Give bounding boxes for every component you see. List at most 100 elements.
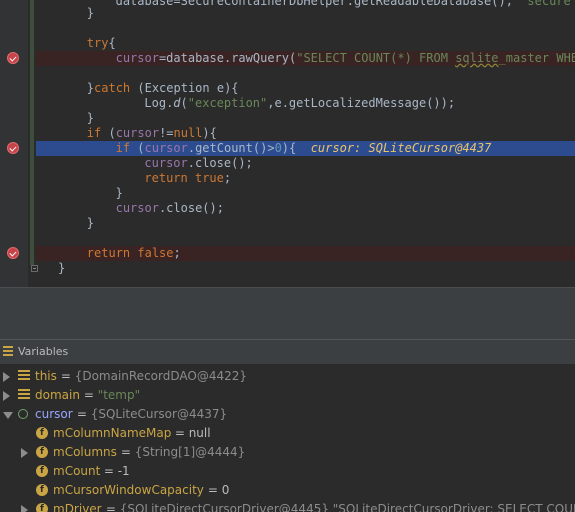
code-token: }	[86, 216, 95, 230]
variable-row[interactable]: cursor = {SQLiteCursor@4437}	[0, 405, 575, 424]
variables-panel-header: Variables	[0, 339, 575, 365]
line-highlight-edge	[36, 141, 40, 156]
variable-name: mColumns	[53, 445, 117, 459]
line-highlight-edge	[36, 51, 40, 66]
code-area[interactable]: database=SecureContainerDbHelper.getRead…	[40, 0, 575, 287]
expand-arrow-icon[interactable]	[21, 505, 28, 512]
expand-arrow-icon[interactable]	[3, 391, 10, 401]
code-token: .close();	[158, 201, 224, 215]
variable-row[interactable]: domain = "temp"	[0, 386, 575, 405]
breakpoint-line[interactable]: cursor=database.rawQuery("SELECT COUNT(*…	[40, 51, 575, 66]
variable-row[interactable]: f mColumns = {String[1]@4444}	[0, 443, 575, 462]
variables-icon	[3, 346, 13, 357]
breakpoint-icon[interactable]	[7, 142, 19, 154]
code-token: .close();	[187, 156, 253, 170]
code-line[interactable]: cursor.close();	[40, 156, 575, 171]
code-token: =database.rawQuery(	[158, 51, 297, 65]
code-line[interactable]: Log.d("exception",e.getLocalizedMessage(…	[40, 96, 575, 111]
code-line[interactable]: }	[40, 6, 575, 21]
code-token: }	[86, 81, 95, 95]
variable-name: mCursorWindowCapacity	[53, 483, 204, 497]
code-token: sqlite	[455, 51, 499, 65]
variable-name: mDriver	[53, 502, 102, 512]
breakpoint-icon[interactable]	[7, 52, 19, 64]
breakpoint-gutter[interactable]	[0, 0, 28, 287]
field-icon: f	[36, 484, 48, 496]
expand-arrow-icon[interactable]	[21, 448, 28, 458]
variable-equals: =	[57, 369, 75, 383]
code-token: (	[101, 126, 116, 140]
code-token: cursor	[144, 141, 188, 155]
code-token: }	[86, 6, 95, 20]
variable-row[interactable]: this = {DomainRecordDAO@4422}	[0, 367, 575, 386]
line-highlight-edge	[36, 246, 40, 261]
code-token: cursor	[115, 201, 159, 215]
code-line[interactable]: }catch (Exception e){	[40, 81, 575, 96]
variable-value: {SQLiteCursor@4437}	[90, 407, 228, 421]
object-icon	[18, 389, 30, 401]
variable-value: {DomainRecordDAO@4422}	[74, 369, 247, 383]
code-token: ,e.getLocalizedMessage());	[267, 96, 456, 110]
code-token: 0	[274, 141, 282, 155]
code-token: .getCount()>	[187, 141, 275, 155]
object-icon	[18, 370, 30, 382]
code-token: try	[86, 36, 109, 50]
code-line[interactable]: try{	[40, 36, 575, 51]
breakpoint-icon[interactable]	[7, 247, 19, 259]
code-line[interactable]: }	[40, 261, 575, 276]
fold-collapse-icon[interactable]	[31, 265, 38, 272]
code-token: (	[130, 141, 145, 155]
variable-value: {String[1]@4444}	[134, 445, 246, 459]
code-token: Log.	[144, 96, 174, 110]
expand-arrow-icon[interactable]	[3, 372, 10, 382]
code-line[interactable]: if (cursor!=null){	[40, 126, 575, 141]
code-line[interactable]: }	[40, 111, 575, 126]
variable-equals: =	[117, 445, 135, 459]
panel-splitter[interactable]	[0, 287, 575, 314]
code-token: null	[173, 126, 203, 140]
breakpoint-line[interactable]: return false;	[40, 246, 575, 261]
code-token: ;	[173, 246, 181, 260]
variable-value: null	[188, 426, 211, 440]
variables-tree[interactable]: this = {DomainRecordDAO@4422} domain = "t…	[0, 364, 575, 512]
code-token: (	[180, 96, 188, 110]
code-token: (Exception e){	[130, 81, 239, 95]
code-token: catch	[94, 81, 131, 95]
code-token: ){	[281, 141, 311, 155]
code-token: !=	[159, 126, 174, 140]
code-line[interactable]: cursor.close();	[40, 201, 575, 216]
variable-name: domain	[35, 388, 80, 402]
code-line[interactable]: }	[40, 216, 575, 231]
field-icon: f	[36, 465, 48, 477]
variable-row[interactable]: f mColumnNameMap = null	[0, 424, 575, 443]
code-token: _master WHER	[498, 51, 575, 65]
variable-name: cursor	[35, 407, 73, 421]
variable-name: this	[35, 369, 57, 383]
inline-debug-value: cursor: SQLiteCursor@4437	[310, 141, 492, 155]
variable-name: mColumnNameMap	[53, 426, 172, 440]
variable-row[interactable]: f mDriver = {SQLiteDirectCursorDriver@444…	[0, 500, 575, 512]
field-icon: f	[36, 427, 48, 439]
execution-point-line[interactable]: if (cursor.getCount()>0){ cursor: SQLite…	[40, 141, 575, 156]
code-editor[interactable]: database=SecureContainerDbHelper.getRead…	[0, 0, 575, 287]
field-icon: f	[36, 446, 48, 458]
variable-equals: =	[204, 483, 222, 497]
variable-row[interactable]: f mCursorWindowCapacity = 0	[0, 481, 575, 500]
variable-equals: =	[73, 407, 91, 421]
collapse-arrow-icon[interactable]	[3, 412, 13, 419]
variable-equals: =	[80, 388, 98, 402]
code-token: ;	[223, 171, 232, 185]
variable-row[interactable]: f mCount = -1	[0, 462, 575, 481]
code-token: return true	[144, 171, 224, 185]
code-line[interactable]: }	[40, 186, 575, 201]
code-line[interactable]: return true;	[40, 171, 575, 186]
variable-value: "temp"	[97, 388, 141, 402]
watch-icon	[18, 409, 28, 419]
code-token: cursor	[115, 51, 159, 65]
variables-panel-title: Variables	[18, 345, 69, 358]
variable-value: 0	[221, 483, 230, 497]
code-token: cursor	[115, 126, 160, 140]
variable-name: mCount	[53, 464, 101, 478]
code-token: d	[173, 96, 181, 110]
code-token: if	[86, 126, 102, 140]
